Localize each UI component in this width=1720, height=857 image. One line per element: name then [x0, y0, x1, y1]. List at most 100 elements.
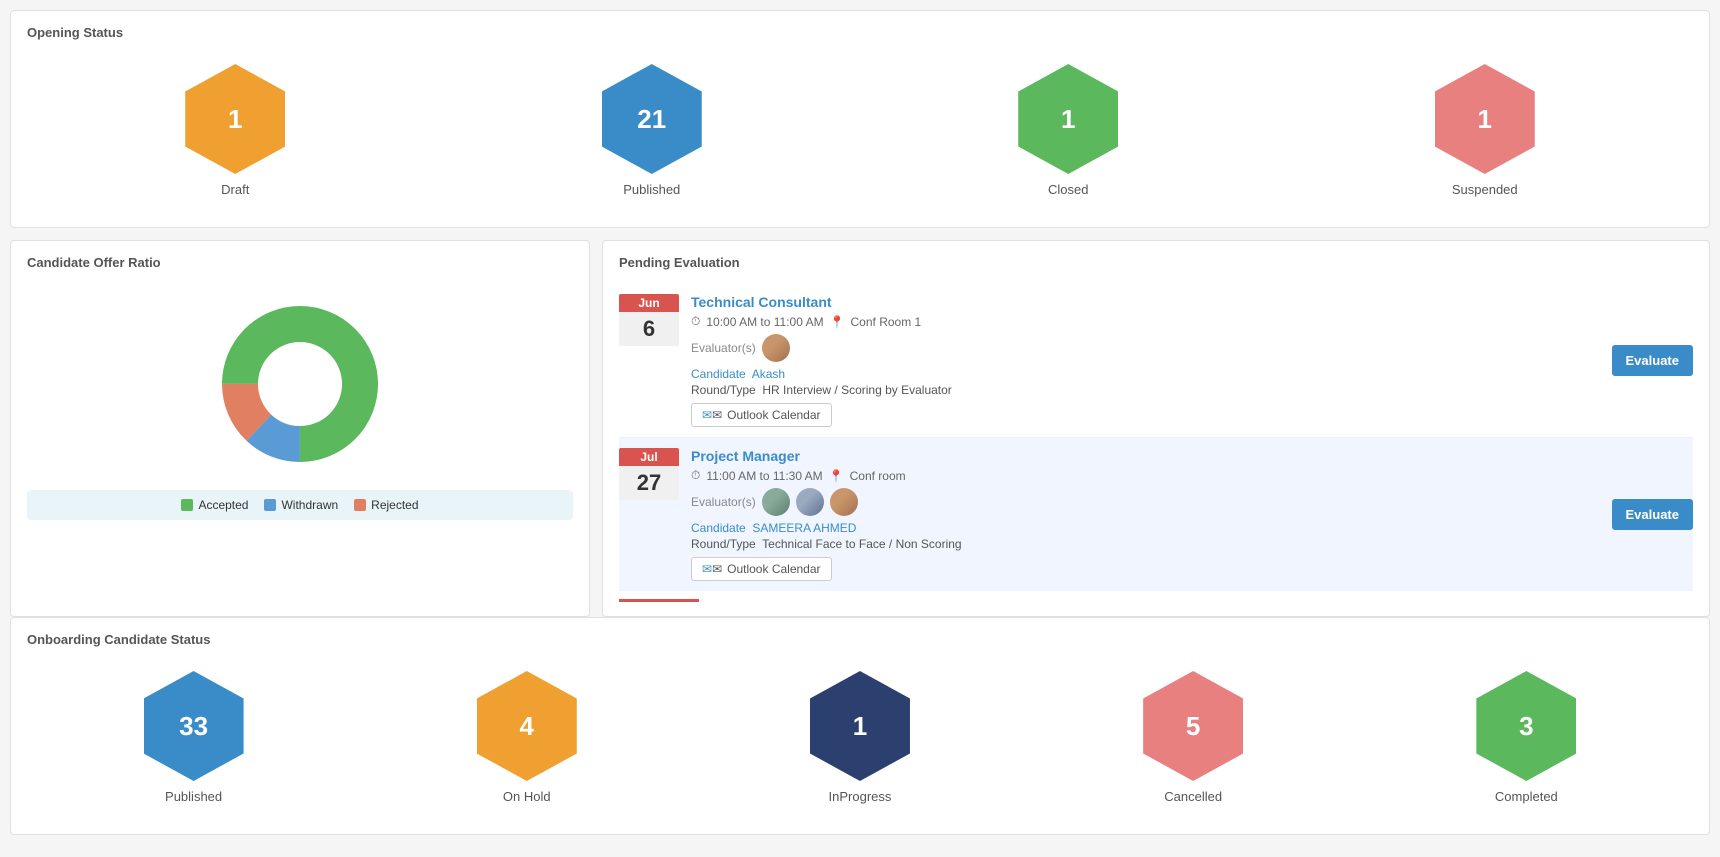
hex-shape: 5 [1143, 671, 1243, 781]
hex-shape: 21 [602, 64, 702, 174]
round-label: Round/Type [691, 537, 759, 551]
hex-label: Published [165, 789, 222, 804]
legend-withdrawn-dot [264, 499, 276, 511]
opening-status-hex-row: 1 Draft 21 Published 1 Closed 1 Suspende… [27, 54, 1693, 213]
location-icon: 📍 [830, 315, 845, 329]
hex-label: Closed [1048, 182, 1088, 197]
onboarding-status-item[interactable]: 5 Cancelled [1143, 671, 1243, 804]
hex-shape: 33 [144, 671, 244, 781]
opening-status-item[interactable]: 21 Published [602, 64, 702, 197]
pending-evaluation-list: Jun 6 Technical Consultant ⏱ 10:00 AM to… [619, 284, 1693, 591]
legend-accepted-dot [181, 499, 193, 511]
donut-chart-area: Accepted Withdrawn Rejected [27, 284, 573, 530]
candidate-offer-ratio-panel: Candidate Offer Ratio [10, 240, 590, 617]
onboarding-status-section: Onboarding Candidate Status 33 Published… [10, 617, 1710, 835]
onboarding-status-item[interactable]: 3 Completed [1476, 671, 1576, 804]
hex-label: InProgress [829, 789, 892, 804]
chart-legend: Accepted Withdrawn Rejected [27, 490, 573, 520]
outlook-label: Outlook Calendar [727, 562, 820, 576]
cal-day: 6 [619, 312, 679, 346]
hex-shape: 3 [1476, 671, 1576, 781]
candidate-name: SAMEERA AHMED [752, 521, 856, 535]
hex-label: Published [623, 182, 680, 197]
hex-label: Suspended [1452, 182, 1518, 197]
email-icon: ✉ [702, 408, 722, 422]
cal-day: 27 [619, 466, 679, 500]
outlook-calendar-button[interactable]: ✉ Outlook Calendar [691, 557, 832, 581]
clock-icon: ⏱ [691, 468, 700, 483]
pending-evaluation-panel: Pending Evaluation Jun 6 Technical Consu… [602, 240, 1710, 617]
hex-shape: 1 [1435, 64, 1535, 174]
hex-shape: 4 [477, 671, 577, 781]
eval-location: Conf Room 1 [851, 315, 922, 329]
opening-status-item[interactable]: 1 Suspended [1435, 64, 1535, 197]
opening-status-item[interactable]: 1 Draft [185, 64, 285, 197]
candidate-label: Candidate [691, 521, 749, 535]
legend-accepted-label: Accepted [198, 498, 248, 512]
legend-accepted: Accepted [181, 498, 248, 512]
opening-status-title: Opening Status [27, 25, 1693, 40]
outlook-calendar-button[interactable]: ✉ Outlook Calendar [691, 403, 832, 427]
opening-status-section: Opening Status 1 Draft 21 Published 1 Cl… [10, 10, 1710, 228]
cal-month: Jul [619, 448, 679, 466]
eval-time-location: ⏱ 10:00 AM to 11:00 AM 📍 Conf Room 1 [691, 314, 1600, 329]
eval-evaluators-row: Evaluator(s) [691, 488, 1600, 516]
candidate-label: Candidate [691, 367, 749, 381]
onboarding-status-item[interactable]: 1 InProgress [810, 671, 910, 804]
evaluator-avatar [796, 488, 824, 516]
calendar-block: Jul 27 [619, 448, 679, 581]
eval-time-location: ⏱ 11:00 AM to 11:30 AM 📍 Conf room [691, 468, 1600, 483]
location-icon: 📍 [829, 469, 844, 483]
eval-time: 10:00 AM to 11:00 AM [706, 315, 823, 329]
evaluator-avatar [830, 488, 858, 516]
legend-rejected: Rejected [354, 498, 418, 512]
donut-chart [210, 294, 390, 474]
onboarding-status-item[interactable]: 33 Published [144, 671, 244, 804]
onboarding-hex-row: 33 Published 4 On Hold 1 InProgress 5 Ca… [27, 661, 1693, 820]
evaluate-button[interactable]: Evaluate [1612, 499, 1693, 530]
hex-shape: 1 [810, 671, 910, 781]
hex-label: Draft [221, 182, 249, 197]
eval-candidate-row: Candidate Akash [691, 367, 1600, 381]
eval-evaluators-row: Evaluator(s) [691, 334, 1600, 362]
eval-location: Conf room [850, 469, 906, 483]
evaluate-button[interactable]: Evaluate [1612, 345, 1693, 376]
outlook-label: Outlook Calendar [727, 408, 820, 422]
eval-round-row: Round/Type HR Interview / Scoring by Eva… [691, 383, 1600, 397]
clock-icon: ⏱ [691, 314, 700, 329]
candidate-name: Akash [752, 367, 785, 381]
opening-status-item[interactable]: 1 Closed [1018, 64, 1118, 197]
eval-job-title: Project Manager [691, 448, 1600, 464]
hex-shape: 1 [185, 64, 285, 174]
legend-rejected-label: Rejected [371, 498, 418, 512]
round-value: HR Interview / Scoring by Evaluator [762, 383, 951, 397]
eval-details: Technical Consultant ⏱ 10:00 AM to 11:00… [691, 294, 1600, 427]
evaluator-avatar [762, 334, 790, 362]
onboarding-status-item[interactable]: 4 On Hold [477, 671, 577, 804]
evaluator-avatar [762, 488, 790, 516]
legend-rejected-dot [354, 499, 366, 511]
hex-label: Cancelled [1164, 789, 1222, 804]
red-tab-indicator [619, 599, 699, 602]
hex-label: Completed [1495, 789, 1558, 804]
legend-withdrawn-label: Withdrawn [281, 498, 338, 512]
hex-label: On Hold [503, 789, 551, 804]
eval-item-0: Jun 6 Technical Consultant ⏱ 10:00 AM to… [619, 284, 1693, 438]
eval-round-row: Round/Type Technical Face to Face / Non … [691, 537, 1600, 551]
round-label: Round/Type [691, 383, 759, 397]
pending-evaluation-title: Pending Evaluation [619, 255, 1693, 270]
cal-month: Jun [619, 294, 679, 312]
candidate-offer-title: Candidate Offer Ratio [27, 255, 573, 270]
legend-withdrawn: Withdrawn [264, 498, 338, 512]
email-icon: ✉ [702, 562, 722, 576]
evaluators-label: Evaluator(s) [691, 341, 756, 355]
calendar-block: Jun 6 [619, 294, 679, 427]
eval-time: 11:00 AM to 11:30 AM [706, 469, 822, 483]
hex-shape: 1 [1018, 64, 1118, 174]
eval-details: Project Manager ⏱ 11:00 AM to 11:30 AM 📍… [691, 448, 1600, 581]
eval-job-title: Technical Consultant [691, 294, 1600, 310]
eval-item-1: Jul 27 Project Manager ⏱ 11:00 AM to 11:… [619, 438, 1693, 591]
onboarding-status-title: Onboarding Candidate Status [27, 632, 1693, 647]
donut-svg [210, 294, 390, 474]
round-value: Technical Face to Face / Non Scoring [762, 537, 961, 551]
